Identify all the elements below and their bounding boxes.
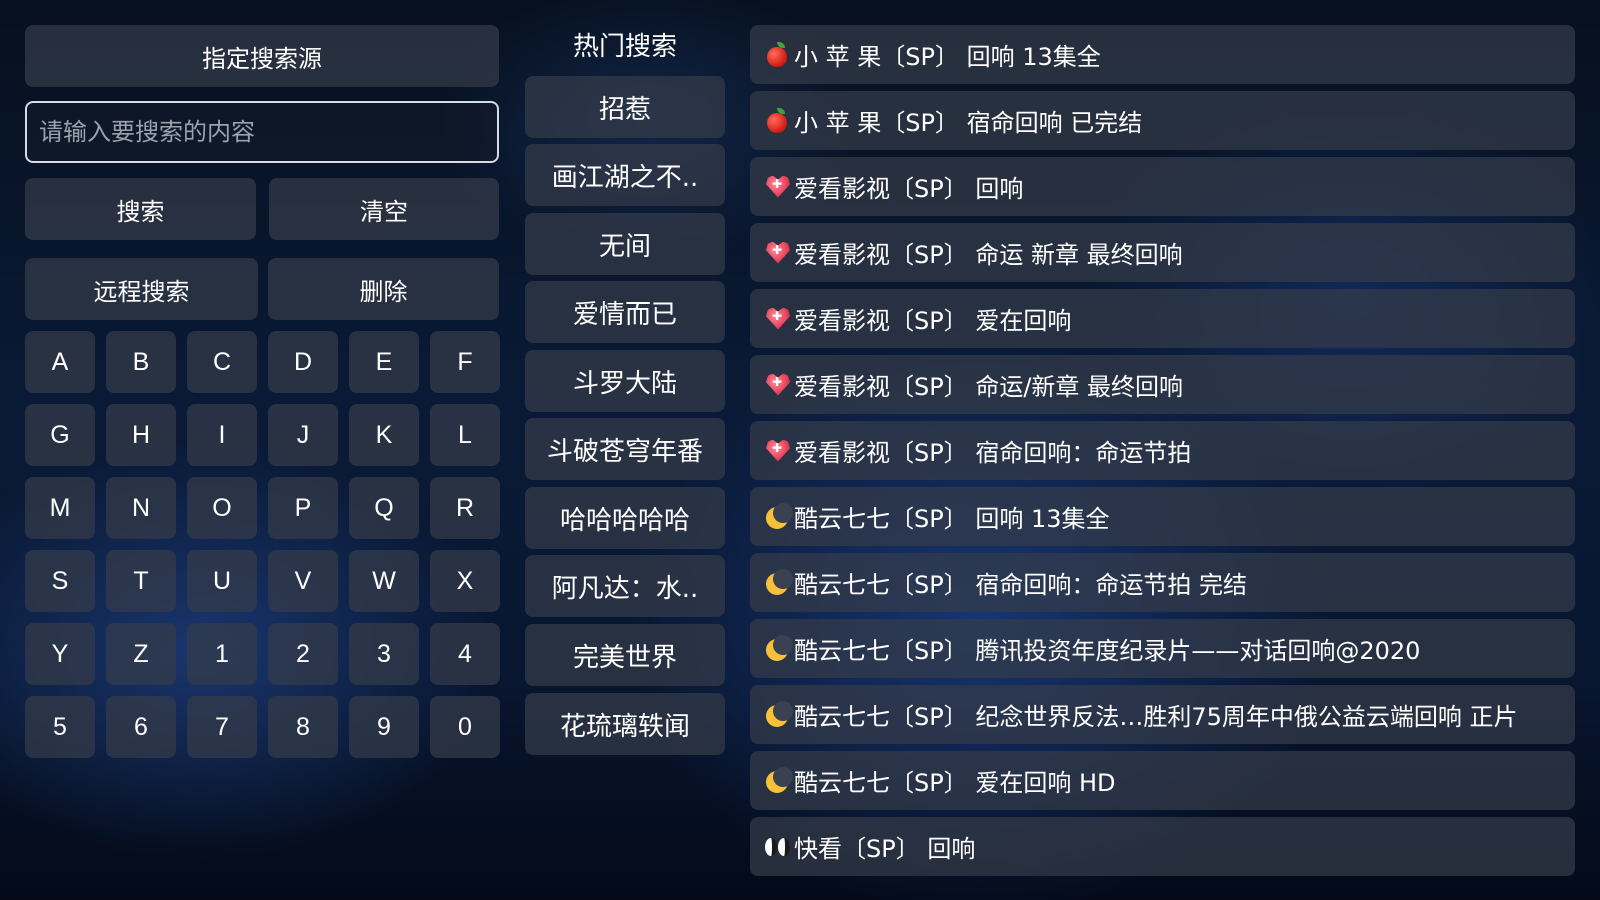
keyboard-key[interactable]: D xyxy=(268,331,338,393)
keyboard-key[interactable]: 8 xyxy=(268,696,338,758)
delete-button[interactable]: 删除 xyxy=(268,258,499,320)
keyboard-key[interactable]: 0 xyxy=(430,696,500,758)
result-row[interactable]: 酷云七七〔SP〕 纪念世界反法…胜利75周年中俄公益云端回响 正片 xyxy=(750,685,1575,744)
result-text: 酷云七七〔SP〕 回响 13集全 xyxy=(794,505,1110,533)
hot-search-item[interactable]: 花琉璃轶闻 xyxy=(525,693,725,755)
hot-search-item[interactable]: 爱情而已 xyxy=(525,281,725,343)
result-row[interactable]: 爱看影视〔SP〕 回响 xyxy=(750,157,1575,216)
result-row[interactable]: 爱看影视〔SP〕 爱在回响 xyxy=(750,289,1575,348)
moon-icon xyxy=(764,502,793,531)
result-text: 快看〔SP〕 回响 xyxy=(794,835,976,863)
result-row[interactable]: 酷云七七〔SP〕 回响 13集全 xyxy=(750,487,1575,546)
clear-button-label: 清空 xyxy=(360,197,408,226)
hot-search-item[interactable]: 斗罗大陆 xyxy=(525,350,725,412)
heart-icon xyxy=(764,305,792,333)
result-row[interactable]: 快看〔SP〕 回响 xyxy=(750,817,1575,876)
keyboard-key[interactable]: N xyxy=(106,477,176,539)
keyboard-key[interactable]: L xyxy=(430,404,500,466)
keyboard-key[interactable]: 2 xyxy=(268,623,338,685)
keyboard-key[interactable]: 4 xyxy=(430,623,500,685)
remote-search-label: 远程搜索 xyxy=(93,277,190,306)
moon-icon xyxy=(764,700,793,729)
keyboard-key[interactable]: P xyxy=(268,477,338,539)
result-text: 酷云七七〔SP〕 宿命回响：命运节拍 完结 xyxy=(794,571,1247,599)
remote-search-button[interactable]: 远程搜索 xyxy=(25,258,258,320)
result-row[interactable]: 爱看影视〔SP〕 命运/新章 最终回响 xyxy=(750,355,1575,414)
keyboard-key[interactable]: 1 xyxy=(187,623,257,685)
hot-search-item[interactable]: 斗破苍穹年番 xyxy=(525,418,725,480)
keyboard-key[interactable]: Q xyxy=(349,477,419,539)
moon-icon xyxy=(764,568,793,597)
result-text: 小 苹 果〔SP〕 宿命回响 已完结 xyxy=(794,109,1143,137)
result-text: 酷云七七〔SP〕 纪念世界反法…胜利75周年中俄公益云端回响 正片 xyxy=(794,703,1518,731)
result-text: 小 苹 果〔SP〕 回响 13集全 xyxy=(794,43,1101,71)
clear-button[interactable]: 清空 xyxy=(269,178,499,240)
keyboard-key[interactable]: S xyxy=(25,550,95,612)
keyboard-key[interactable]: E xyxy=(349,331,419,393)
keyboard-key[interactable]: I xyxy=(187,404,257,466)
result-row[interactable]: 酷云七七〔SP〕 腾讯投资年度纪录片——对话回响@2020 xyxy=(750,619,1575,678)
keyboard-key[interactable]: M xyxy=(25,477,95,539)
hot-search-item[interactable]: 画江湖之不.. xyxy=(525,144,725,206)
result-text: 爱看影视〔SP〕 命运 新章 最终回响 xyxy=(794,241,1183,269)
heart-icon xyxy=(764,239,792,267)
result-row[interactable]: 酷云七七〔SP〕 爱在回响 HD xyxy=(750,751,1575,810)
specify-source-button[interactable]: 指定搜索源 xyxy=(25,25,499,87)
keyboard-key[interactable]: B xyxy=(106,331,176,393)
result-row[interactable]: 酷云七七〔SP〕 宿命回响：命运节拍 完结 xyxy=(750,553,1575,612)
keyboard-key[interactable]: 5 xyxy=(25,696,95,758)
keyboard-key[interactable]: J xyxy=(268,404,338,466)
heart-icon xyxy=(764,437,792,465)
hot-search-item[interactable]: 哈哈哈哈哈 xyxy=(525,487,725,549)
keyboard-key[interactable]: X xyxy=(430,550,500,612)
search-button-label: 搜索 xyxy=(116,197,165,226)
result-row[interactable]: 爱看影视〔SP〕 命运 新章 最终回响 xyxy=(750,223,1575,282)
keyboard-key[interactable]: 7 xyxy=(187,696,257,758)
keyboard-key[interactable]: H xyxy=(106,404,176,466)
keyboard-key[interactable]: R xyxy=(430,477,500,539)
hot-search-item[interactable]: 无间 xyxy=(525,213,725,275)
heart-icon xyxy=(764,173,792,201)
keyboard-key[interactable]: Z xyxy=(106,623,176,685)
result-text: 酷云七七〔SP〕 爱在回响 HD xyxy=(794,769,1116,797)
eyes-icon xyxy=(764,833,792,861)
moon-icon xyxy=(764,766,793,795)
result-row[interactable]: 小 苹 果〔SP〕 回响 13集全 xyxy=(750,25,1575,84)
keyboard-key[interactable]: W xyxy=(349,550,419,612)
keyboard-key[interactable]: G xyxy=(25,404,95,466)
hot-search-title: 热门搜索 xyxy=(572,31,677,62)
result-text: 酷云七七〔SP〕 腾讯投资年度纪录片——对话回响@2020 xyxy=(794,637,1421,665)
delete-button-label: 删除 xyxy=(359,277,408,306)
search-input[interactable] xyxy=(25,101,499,163)
result-text: 爱看影视〔SP〕 宿命回响：命运节拍 xyxy=(794,439,1192,467)
keyboard-key[interactable]: A xyxy=(25,331,95,393)
hot-search-item[interactable]: 完美世界 xyxy=(525,624,725,686)
hot-search-item[interactable]: 招惹 xyxy=(525,76,725,138)
search-button[interactable]: 搜索 xyxy=(25,178,256,240)
result-text: 爱看影视〔SP〕 命运/新章 最终回响 xyxy=(794,373,1184,401)
result-text: 爱看影视〔SP〕 爱在回响 xyxy=(794,307,1072,335)
hot-search-item[interactable]: 阿凡达：水.. xyxy=(525,555,725,617)
on-screen-keyboard: ABCDEF GHIJKL MNOPQR STUVWX YZ1234 567890 xyxy=(25,331,500,758)
keyboard-key[interactable]: K xyxy=(349,404,419,466)
keyboard-key[interactable]: Y xyxy=(25,623,95,685)
result-row[interactable]: 爱看影视〔SP〕 宿命回响：命运节拍 xyxy=(750,421,1575,480)
keyboard-key[interactable]: 6 xyxy=(106,696,176,758)
keyboard-key[interactable]: 9 xyxy=(349,696,419,758)
heart-icon xyxy=(764,371,792,399)
keyboard-key[interactable]: C xyxy=(187,331,257,393)
keyboard-key[interactable]: U xyxy=(187,550,257,612)
result-row[interactable]: 小 苹 果〔SP〕 宿命回响 已完结 xyxy=(750,91,1575,150)
moon-icon xyxy=(764,634,793,663)
apple-icon xyxy=(764,41,792,69)
apple-icon xyxy=(764,107,792,135)
keyboard-key[interactable]: V xyxy=(268,550,338,612)
keyboard-key[interactable]: 3 xyxy=(349,623,419,685)
keyboard-key[interactable]: O xyxy=(187,477,257,539)
specify-source-label: 指定搜索源 xyxy=(202,44,322,73)
result-text: 爱看影视〔SP〕 回响 xyxy=(794,175,1024,203)
keyboard-key[interactable]: F xyxy=(430,331,500,393)
keyboard-key[interactable]: T xyxy=(106,550,176,612)
